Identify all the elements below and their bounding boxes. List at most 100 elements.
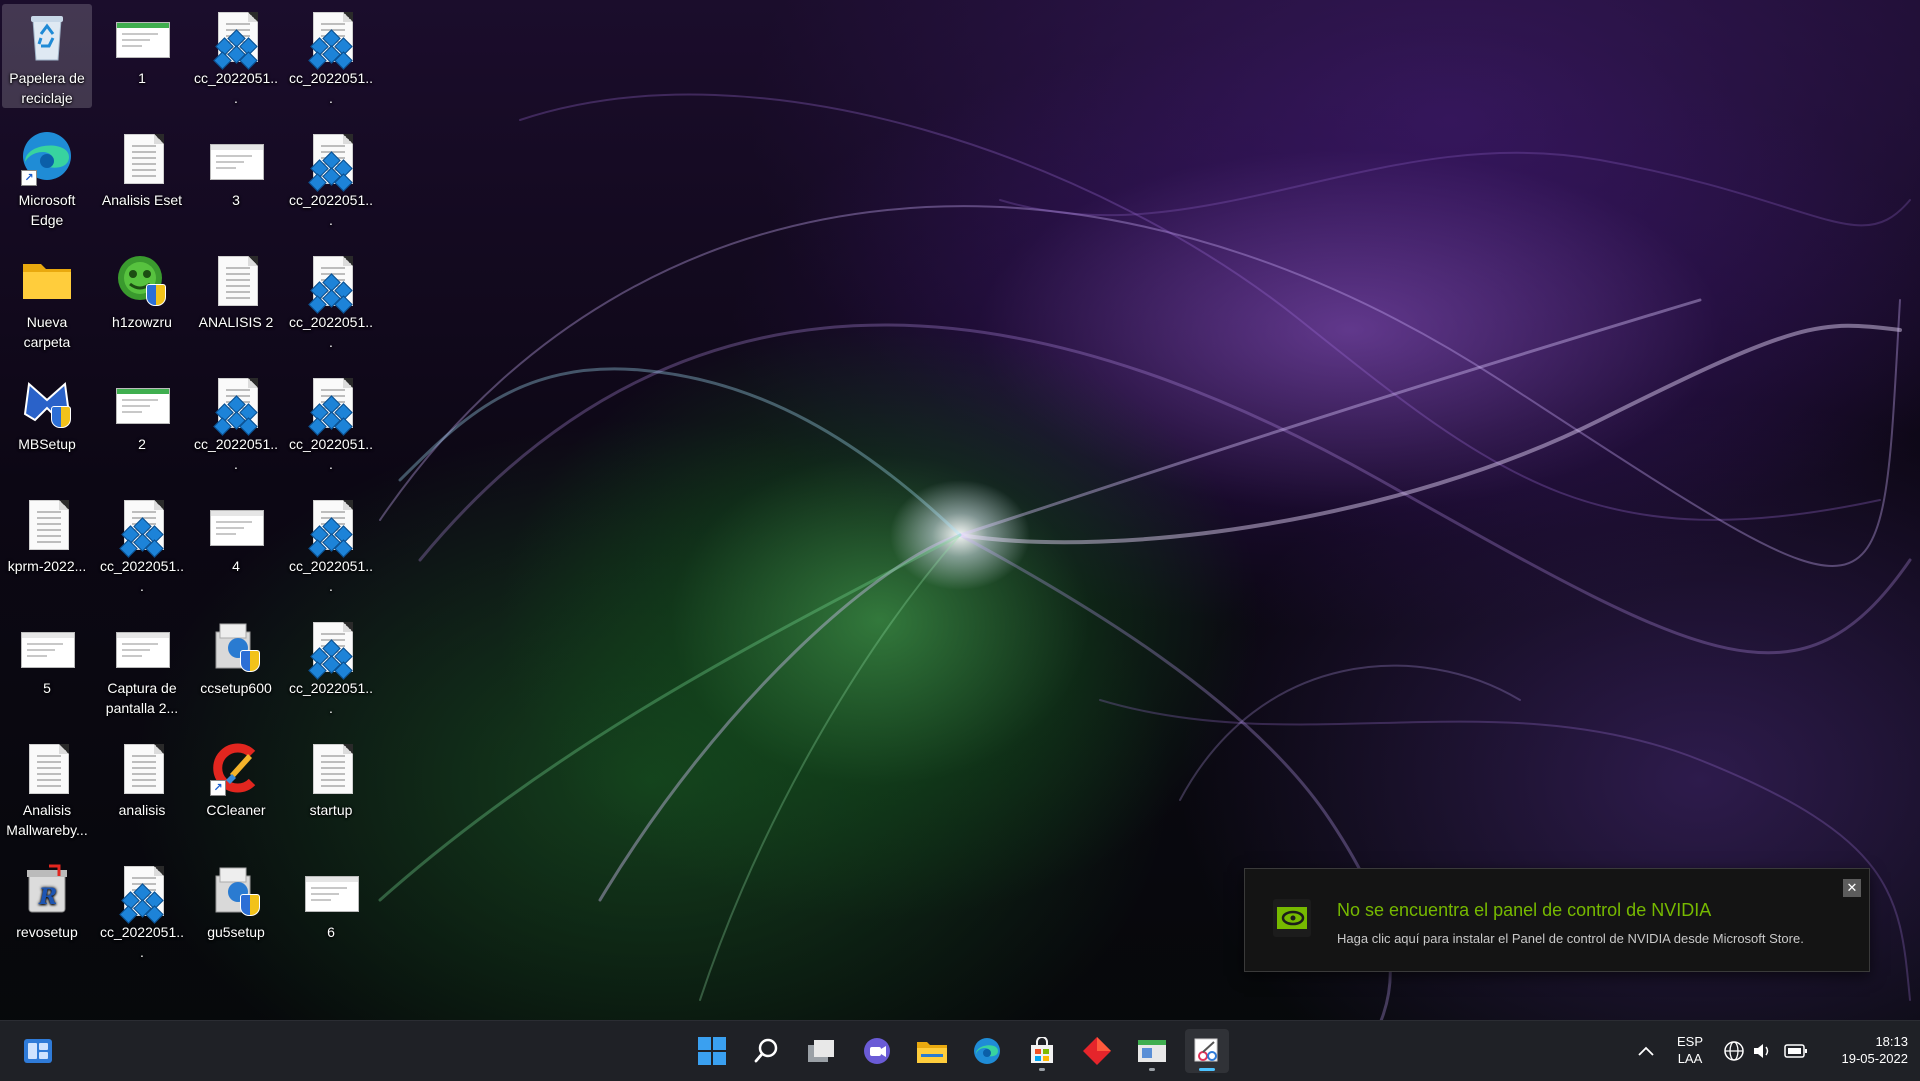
image-thumbnail-icon [116,632,170,668]
input-language-indicator[interactable]: ESP LAA [1672,1033,1708,1067]
uac-shield-icon [240,894,260,916]
desktop-icon[interactable]: cc_2022051... [286,370,376,474]
image-icon [208,496,264,552]
registry-icon [114,496,170,558]
shortcut-arrow-icon: ↗ [21,170,37,186]
desktop-icon[interactable]: 2 [97,370,187,454]
desktop-icon-label: 6 [327,924,335,940]
folder-icon [19,252,75,308]
document-icon [124,134,164,184]
installer-icon [208,862,264,918]
desktop-icon-label: cc_2022051... [288,70,374,106]
desktop-icon[interactable]: 6 [286,858,376,942]
desktop-icon[interactable]: cc_2022051... [191,370,281,474]
desktop-icon[interactable]: ↗ Microsoft Edge [2,126,92,230]
close-icon[interactable]: ✕ [1843,879,1861,897]
desktop-icon[interactable]: Papelera de reciclaje [2,4,92,108]
desktop-icon[interactable]: kprm-2022... [2,492,92,576]
desktop-icon-label: cc_2022051... [288,314,374,350]
image-thumbnail-icon [305,876,359,912]
desktop-icon-label: 4 [232,558,240,574]
image-thumbnail-icon [210,144,264,180]
desktop-icon-label: Microsoft Edge [18,192,76,228]
desktop-icon-label: startup [309,802,353,818]
drweb-icon [114,252,170,308]
desktop-icon-label: cc_2022051... [288,436,374,472]
desktop-icon-label: CCleaner [206,802,266,818]
desktop-icon[interactable]: cc_2022051... [286,4,376,108]
clock[interactable]: 18:13 19-05-2022 [1818,1033,1909,1067]
desktop-icon[interactable]: h1zowzru [97,248,187,332]
desktop-icon-label: 2 [138,436,146,452]
language-code: ESP [1676,1034,1703,1049]
uac-shield-icon [51,406,71,428]
registry-icon [303,8,359,70]
clock-date: 19-05-2022 [1841,1051,1909,1066]
chat-icon[interactable] [855,1029,899,1073]
desktop-icon[interactable]: Rrevosetup [2,858,92,942]
running-indicator [1039,1068,1045,1071]
desktop-icon-label: gu5setup [207,924,265,940]
image-icon [19,618,75,674]
installer-icon [208,618,264,674]
desktop-icon[interactable]: startup [286,736,376,820]
toast-title: No se encuentra el panel de control de N… [1337,900,1712,920]
desktop-icon-label: cc_2022051... [288,680,374,716]
desktop-icon[interactable]: cc_2022051... [97,858,187,962]
task-view-icon[interactable] [800,1029,844,1073]
desktop-icon[interactable]: cc_2022051... [286,126,376,230]
ccleaner-icon: ↗ [208,740,264,796]
battery-icon[interactable] [1776,1029,1816,1073]
snipping-tool-icon[interactable] [1185,1029,1229,1073]
uac-shield-icon [146,284,166,306]
desktop-icon[interactable]: gu5setup [191,858,281,942]
desktop-icon[interactable]: MBSetup [2,370,92,454]
desktop-icon[interactable]: Captura de pantalla 2... [97,614,187,718]
desktop-icon[interactable]: cc_2022051... [286,614,376,718]
desktop-icon-label: 1 [138,70,146,86]
desktop-icon-label: 5 [43,680,51,696]
active-indicator [1199,1068,1215,1071]
desktop-icon[interactable]: ccsetup600 [191,614,281,698]
desktop-icon-label: cc_2022051... [193,436,279,472]
desktop-icon[interactable]: analisis [97,736,187,820]
desktop-icon[interactable]: Analisis Mallwareby... [2,736,92,840]
nvidia-icon [1273,899,1311,937]
edge-icon[interactable] [965,1029,1009,1073]
registry-icon [208,8,264,70]
desktop-icon[interactable]: cc_2022051... [191,4,281,108]
image-icon [114,618,170,674]
volume-icon[interactable] [1744,1029,1780,1073]
desktop-icon[interactable]: cc_2022051... [286,248,376,352]
desktop-icon[interactable]: ANALISIS 2 [191,248,281,332]
desktop-icon[interactable]: Nueva carpeta [2,248,92,352]
desktop-icon[interactable]: cc_2022051... [97,492,187,596]
nvidia-notification-toast[interactable]: No se encuentra el panel de control de N… [1244,868,1870,972]
desktop-icon-label: Captura de pantalla 2... [105,680,179,716]
chevron-up-icon[interactable] [1624,1029,1668,1073]
malwarebytes-icon [19,374,75,430]
svg-text:R: R [38,884,57,910]
desktop-icon-label: analisis [118,802,166,818]
document-icon [29,500,69,550]
search-icon[interactable] [745,1029,789,1073]
toast-body: Haga clic aquí para instalar el Panel de… [1337,931,1804,946]
desktop-icon[interactable]: 1 [97,4,187,88]
shortcut-arrow-icon: ↗ [210,780,226,796]
store-icon[interactable] [1020,1029,1064,1073]
desktop-icon[interactable]: Analisis Eset [97,126,187,210]
desktop-icon[interactable]: 5 [2,614,92,698]
desktop-icon[interactable]: 4 [191,492,281,576]
app-window-icon[interactable] [1130,1029,1174,1073]
desktop-icon[interactable]: 3 [191,126,281,210]
text-icon [19,496,75,552]
desktop-icon-label: Analisis Mallwareby... [6,802,88,838]
uac-shield-icon [240,650,260,672]
text-icon [303,740,359,796]
file-explorer-icon[interactable] [910,1029,954,1073]
windows-start-icon[interactable] [690,1029,734,1073]
red-app-icon[interactable] [1075,1029,1119,1073]
widgets-icon[interactable] [16,1029,60,1073]
desktop-icon[interactable]: cc_2022051... [286,492,376,596]
desktop-icon[interactable]: ↗ CCleaner [191,736,281,820]
